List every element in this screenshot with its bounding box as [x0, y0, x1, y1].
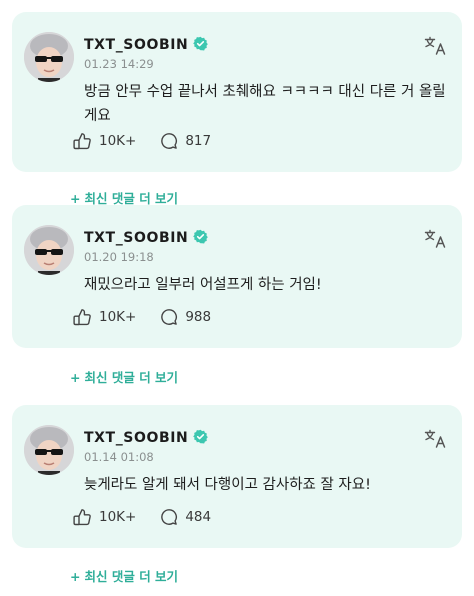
post-card: TXT_SOOBIN 01.14 01:08 늦게라도 알게 돼서 다행이고 감…: [12, 405, 462, 548]
post-card: TXT_SOOBIN 01.23 14:29 방금 안무 수업 끝나서 초췌해요…: [12, 12, 462, 172]
post-message: 늦게라도 알게 돼서 다행이고 감사하죠 잘 자요!: [84, 477, 371, 493]
post-metrics: 10K+ 484: [72, 508, 235, 526]
avatar-image: [24, 225, 74, 275]
comment-count: 817: [185, 133, 212, 149]
post-metrics: 10K+ 988: [72, 308, 235, 326]
translate-icon: [424, 36, 446, 55]
plus-icon: +: [70, 569, 81, 584]
translate-icon: [424, 429, 446, 448]
translate-button[interactable]: [424, 429, 448, 449]
avatar-image: [24, 425, 74, 475]
like-button[interactable]: 10K+: [72, 508, 136, 526]
more-comments-label: 최신 댓글 더 보기: [84, 569, 179, 584]
comment-count: 484: [185, 509, 212, 525]
username-text: TXT_SOOBIN: [84, 230, 189, 246]
comment-bubble-icon: [161, 133, 178, 149]
like-count: 10K+: [99, 133, 137, 149]
comment-count: 988: [185, 309, 212, 325]
verified-badge-icon: [193, 229, 209, 248]
avatar[interactable]: [24, 425, 74, 475]
username[interactable]: TXT_SOOBIN: [84, 229, 209, 248]
more-comments-label: 최신 댓글 더 보기: [84, 370, 179, 385]
plus-icon: +: [70, 370, 81, 385]
verified-badge-icon: [193, 429, 209, 448]
post-message: 재밌으라고 일부러 어설프게 하는 거임!: [84, 277, 322, 293]
username[interactable]: TXT_SOOBIN: [84, 429, 209, 448]
like-count: 10K+: [99, 509, 137, 525]
post-timestamp: 01.20 19:18: [84, 250, 154, 264]
comment-bubble-icon: [161, 309, 178, 325]
like-icon: [73, 133, 91, 150]
post-timestamp: 01.14 01:08: [84, 450, 154, 464]
translate-button[interactable]: [424, 36, 448, 56]
avatar[interactable]: [24, 32, 74, 82]
username-text: TXT_SOOBIN: [84, 430, 189, 446]
post-timestamp: 01.23 14:29: [84, 57, 154, 71]
more-comments-link[interactable]: + 최신 댓글 더 보기: [70, 566, 178, 585]
like-button[interactable]: 10K+: [72, 308, 136, 326]
post-metrics: 10K+ 817: [72, 132, 235, 150]
verified-badge-icon: [193, 36, 209, 55]
like-count: 10K+: [99, 309, 137, 325]
like-icon: [73, 309, 91, 326]
post-card: TXT_SOOBIN 01.20 19:18 재밌으라고 일부러 어설프게 하는…: [12, 205, 462, 348]
avatar-image: [24, 32, 74, 82]
plus-icon: +: [70, 191, 81, 206]
more-comments-link[interactable]: + 최신 댓글 더 보기: [70, 367, 178, 386]
comment-button[interactable]: 817: [160, 132, 211, 150]
comment-button[interactable]: 988: [160, 308, 211, 326]
translate-icon: [424, 229, 446, 248]
avatar[interactable]: [24, 225, 74, 275]
post-message: 방금 안무 수업 끝나서 초췌해요 ㅋㅋㅋㅋ 대신 다른 거 올릴게요: [84, 84, 446, 124]
like-icon: [73, 509, 91, 526]
username[interactable]: TXT_SOOBIN: [84, 36, 209, 55]
more-comments-label: 최신 댓글 더 보기: [84, 191, 179, 206]
like-button[interactable]: 10K+: [72, 132, 136, 150]
translate-button[interactable]: [424, 229, 448, 249]
username-text: TXT_SOOBIN: [84, 37, 189, 53]
comment-button[interactable]: 484: [160, 508, 211, 526]
comment-bubble-icon: [161, 509, 178, 525]
